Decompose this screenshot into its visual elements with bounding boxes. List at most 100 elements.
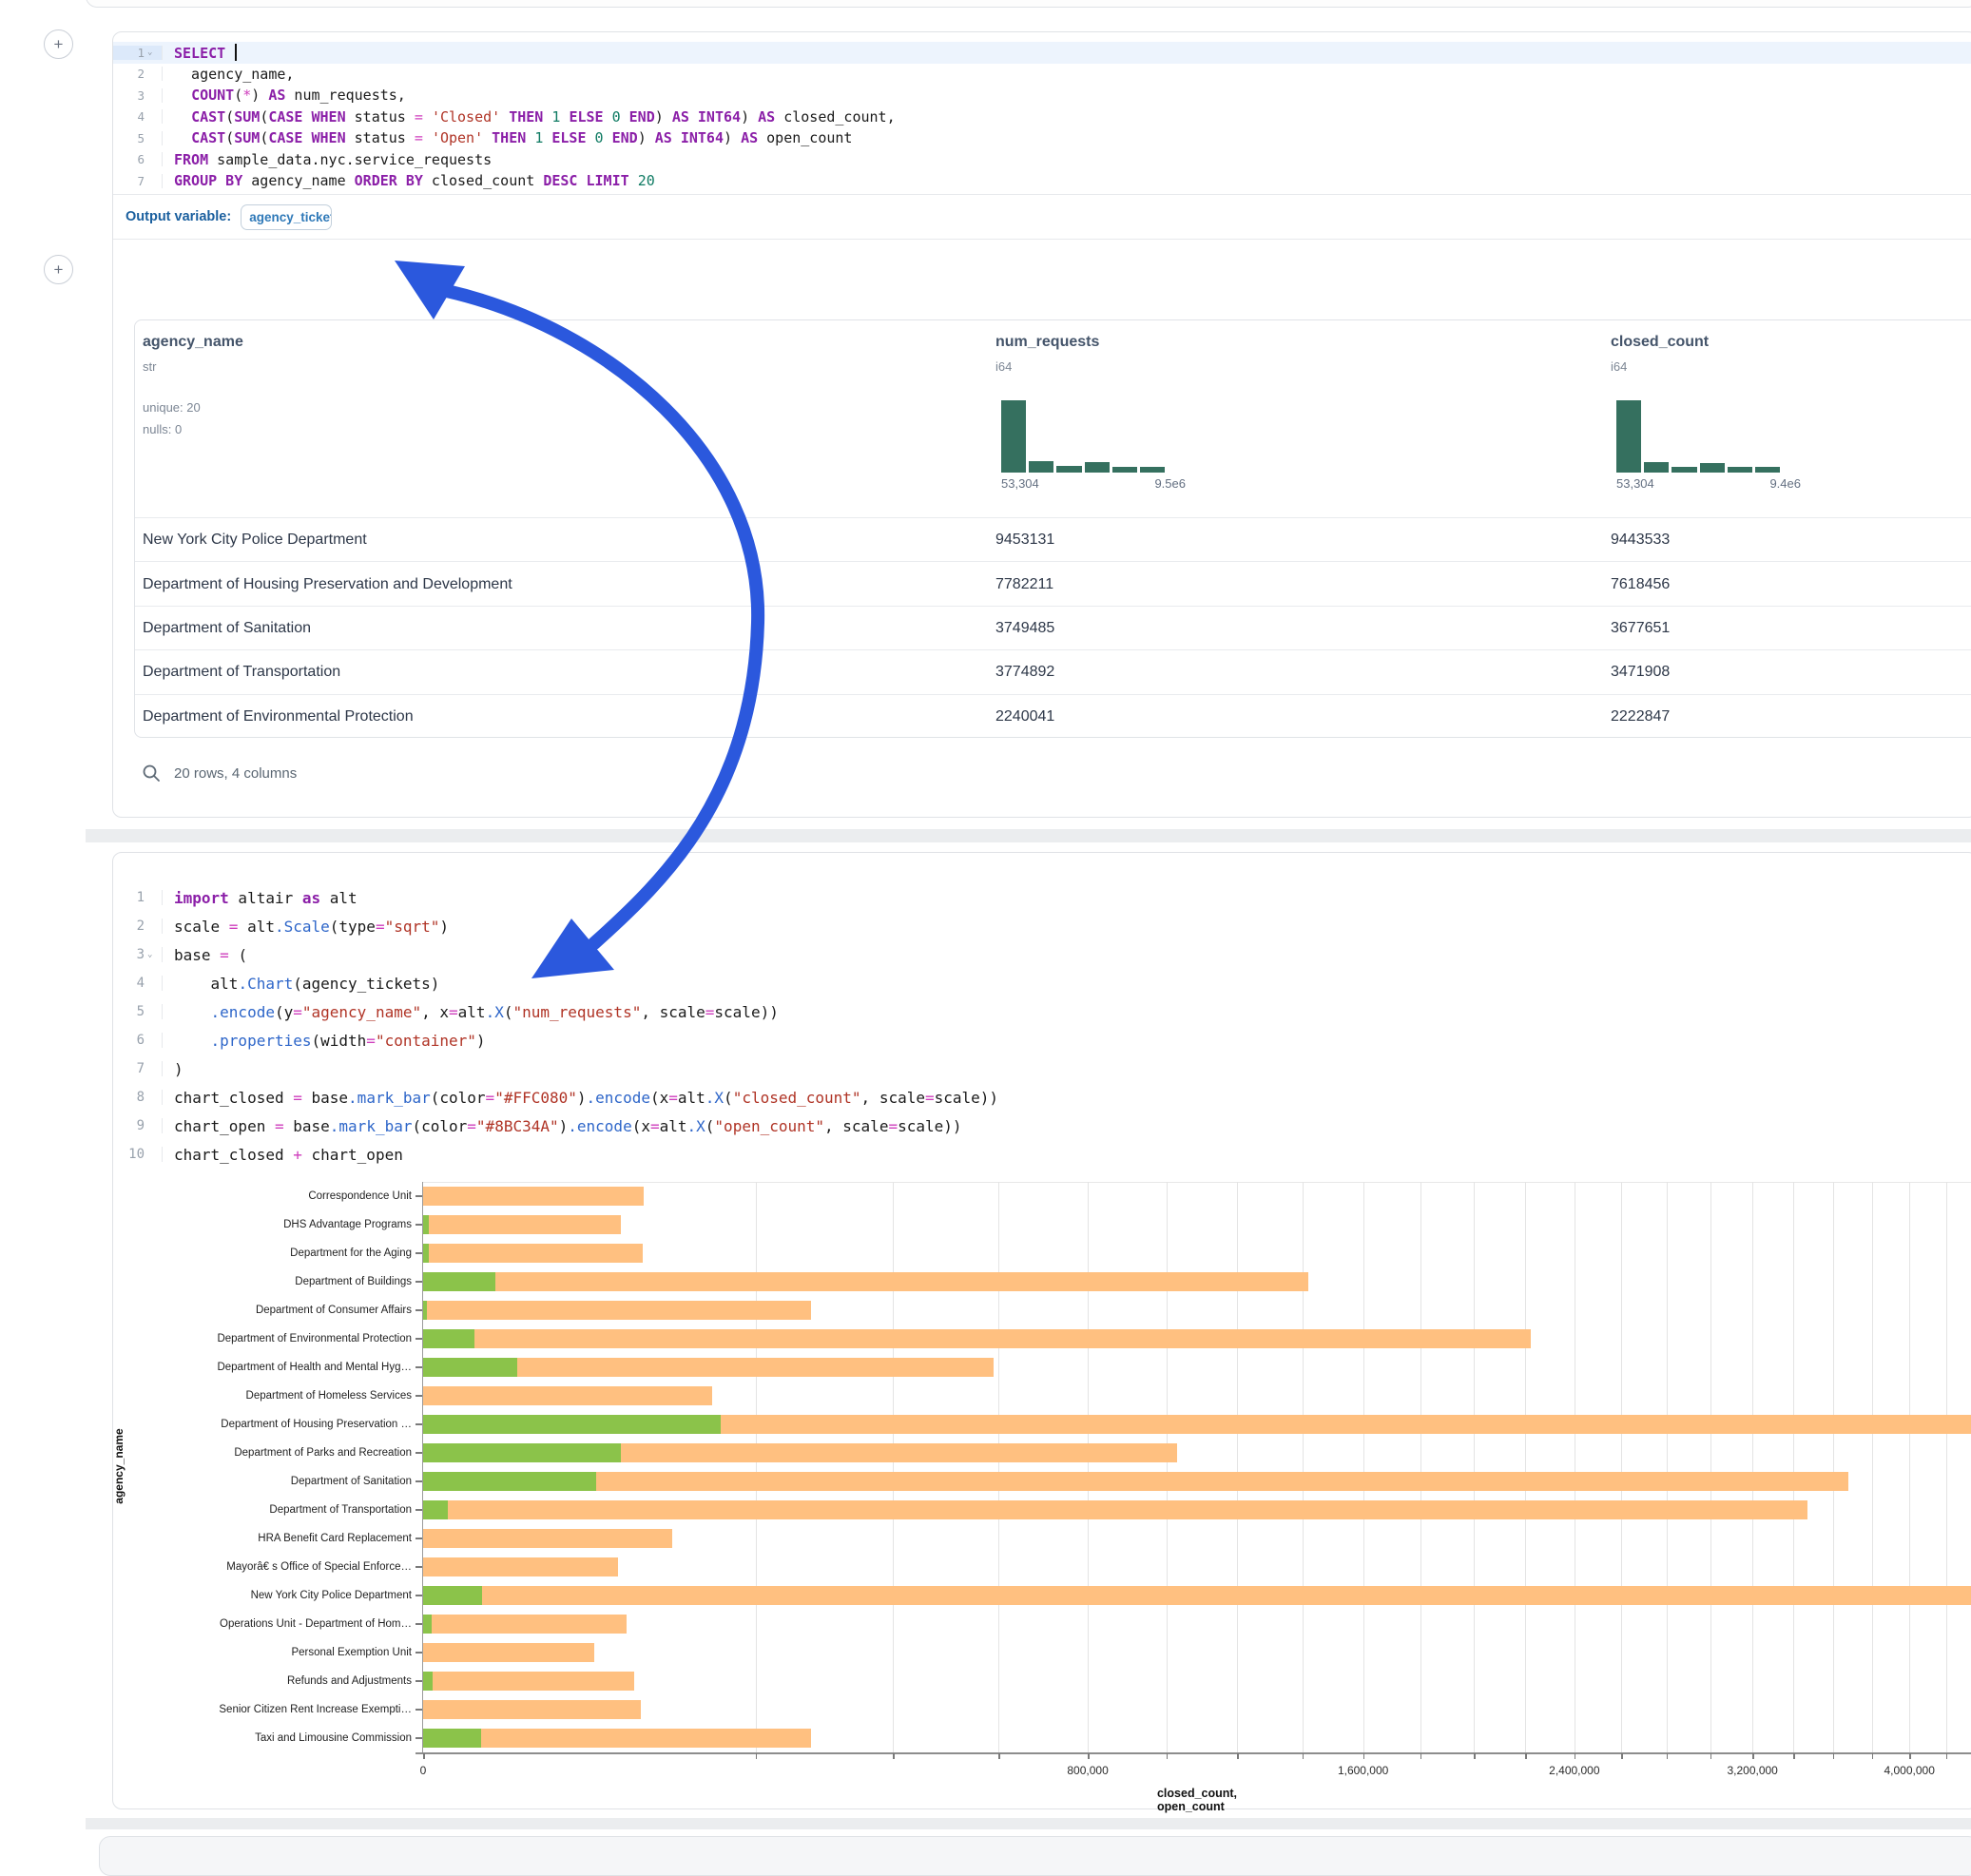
cell-value: 3774892 bbox=[995, 664, 1054, 681]
bar-closed-count[interactable] bbox=[423, 1244, 643, 1263]
code-line[interactable]: 1⌄SELECT bbox=[113, 42, 1971, 64]
column-header[interactable]: closed_count bbox=[1611, 334, 1709, 351]
gridline bbox=[1420, 1182, 1421, 1752]
bar-open-count[interactable] bbox=[423, 1729, 481, 1748]
gridline bbox=[1909, 1182, 1910, 1752]
bar-closed-count[interactable] bbox=[423, 1615, 627, 1634]
line-number: 9 bbox=[113, 1118, 163, 1133]
cell-agency-name: Department of Housing Preservation and D… bbox=[143, 576, 512, 593]
dataframe-preview-card: agency_namestrunique: 20nulls: 0num_requ… bbox=[134, 319, 1971, 738]
next-cell-edge bbox=[99, 1836, 1971, 1876]
table-row[interactable]: Department of Transportation377489234719… bbox=[135, 649, 1971, 694]
table-row[interactable]: Department of Housing Preservation and D… bbox=[135, 561, 1971, 606]
column-histogram[interactable] bbox=[1616, 400, 1780, 473]
code-line[interactable]: 5 CAST(SUM(CASE WHEN status = 'Open' THE… bbox=[113, 127, 1971, 149]
previous-cell-edge bbox=[86, 0, 1971, 8]
column-histogram[interactable] bbox=[1001, 400, 1165, 473]
column-type: str bbox=[143, 359, 156, 374]
code-line[interactable]: 4 CAST(SUM(CASE WHEN status = 'Closed' T… bbox=[113, 106, 1971, 128]
table-row[interactable]: Department of Sanitation37494853677651 bbox=[135, 606, 1971, 650]
column-header[interactable]: num_requests bbox=[995, 334, 1099, 351]
bar-open-count[interactable] bbox=[423, 1415, 721, 1434]
table-row[interactable]: New York City Police Department945313194… bbox=[135, 517, 1971, 562]
output-variable-pill[interactable]: agency_tickets bbox=[241, 204, 332, 230]
code-line[interactable]: 5 .encode(y="agency_name", x=alt.X("num_… bbox=[113, 997, 1971, 1026]
gridline bbox=[1167, 1182, 1168, 1752]
bar-open-count[interactable] bbox=[423, 1672, 433, 1691]
line-number: 3⌄ bbox=[113, 947, 163, 962]
bar-closed-count[interactable] bbox=[423, 1272, 1308, 1291]
bar-closed-count[interactable] bbox=[423, 1643, 594, 1662]
bar-closed-count[interactable] bbox=[423, 1500, 1807, 1519]
histogram-range-labels: 53,3049.4e6 bbox=[1616, 476, 1801, 491]
code-line[interactable]: 6 .properties(width="container") bbox=[113, 1026, 1971, 1054]
add-cell-button-middle[interactable]: + bbox=[44, 255, 73, 284]
bar-closed-count[interactable] bbox=[423, 1301, 811, 1320]
bar-closed-count[interactable] bbox=[423, 1586, 1971, 1605]
bar-closed-count[interactable] bbox=[423, 1329, 1531, 1348]
gridline bbox=[1303, 1182, 1304, 1752]
line-number: 8 bbox=[113, 1090, 163, 1105]
code-line[interactable]: 2 agency_name, bbox=[113, 64, 1971, 86]
y-axis-label: Department of Consumer Affairs bbox=[0, 1296, 412, 1325]
bar-closed-count[interactable] bbox=[423, 1472, 1848, 1491]
table-row[interactable]: Department of Environmental Protection22… bbox=[135, 694, 1971, 739]
search-icon[interactable] bbox=[142, 764, 161, 783]
y-axis-label: Refunds and Adjustments bbox=[0, 1667, 412, 1695]
code-line[interactable]: 6FROM sample_data.nyc.service_requests bbox=[113, 149, 1971, 171]
bar-open-count[interactable] bbox=[423, 1358, 517, 1377]
bar-open-count[interactable] bbox=[423, 1301, 427, 1320]
bar-closed-count[interactable] bbox=[423, 1672, 634, 1691]
sql-code-editor[interactable]: 1⌄SELECT 2 agency_name,3 COUNT(*) AS num… bbox=[113, 42, 1971, 192]
bar-closed-count[interactable] bbox=[423, 1386, 712, 1405]
gridline bbox=[998, 1182, 999, 1752]
bar-open-count[interactable] bbox=[423, 1586, 482, 1605]
bar-open-count[interactable] bbox=[423, 1272, 495, 1291]
bar-closed-count[interactable] bbox=[423, 1557, 618, 1576]
gridline bbox=[893, 1182, 894, 1752]
code-line[interactable]: 3⌄base = ( bbox=[113, 940, 1971, 969]
cell-value: 2222847 bbox=[1611, 708, 1670, 725]
x-axis-label: 800,000 bbox=[1067, 1764, 1108, 1777]
line-number: 6 bbox=[113, 1033, 163, 1048]
bar-open-count[interactable] bbox=[423, 1329, 474, 1348]
line-number: 2 bbox=[113, 919, 163, 934]
y-axis-label: Department of Parks and Recreation bbox=[0, 1439, 412, 1467]
output-variable-row: Output variable: agency_tickets bbox=[113, 194, 1971, 240]
line-number: 6 bbox=[113, 152, 163, 166]
add-cell-button-top[interactable]: + bbox=[44, 29, 73, 59]
chart-x-axis-title: closed_count, open_count bbox=[1157, 1787, 1237, 1813]
bar-closed-count[interactable] bbox=[423, 1700, 641, 1719]
fold-chevron-icon[interactable]: ⌄ bbox=[147, 950, 156, 959]
column-header[interactable]: agency_name bbox=[143, 334, 243, 351]
bar-open-count[interactable] bbox=[423, 1472, 596, 1491]
gridline bbox=[1946, 1182, 1947, 1752]
output-variable-label: Output variable: bbox=[126, 209, 231, 224]
bar-open-count[interactable] bbox=[423, 1215, 429, 1234]
python-code-editor[interactable]: 1import altair as alt2scale = alt.Scale(… bbox=[113, 883, 1971, 1169]
fold-chevron-icon[interactable]: ⌄ bbox=[147, 48, 156, 57]
sql-cell-card: 1⌄SELECT 2 agency_name,3 COUNT(*) AS num… bbox=[112, 31, 1971, 818]
code-line[interactable]: 7GROUP BY agency_name ORDER BY closed_co… bbox=[113, 170, 1971, 192]
bar-open-count[interactable] bbox=[423, 1615, 432, 1634]
bar-open-count[interactable] bbox=[423, 1500, 448, 1519]
bar-closed-count[interactable] bbox=[423, 1215, 621, 1234]
code-line[interactable]: 10chart_closed + chart_open bbox=[113, 1140, 1971, 1169]
code-line[interactable]: 3 COUNT(*) AS num_requests, bbox=[113, 85, 1971, 106]
bar-closed-count[interactable] bbox=[423, 1529, 672, 1548]
code-line[interactable]: 7) bbox=[113, 1054, 1971, 1083]
gridline bbox=[1793, 1182, 1794, 1752]
code-line[interactable]: 4 alt.Chart(agency_tickets) bbox=[113, 969, 1971, 997]
gridline bbox=[1525, 1182, 1526, 1752]
y-axis-label: Department for the Aging bbox=[0, 1239, 412, 1267]
code-line[interactable]: 9chart_open = base.mark_bar(color="#8BC3… bbox=[113, 1112, 1971, 1140]
bar-open-count[interactable] bbox=[423, 1443, 621, 1462]
bar-closed-count[interactable] bbox=[423, 1729, 811, 1748]
bar-closed-count[interactable] bbox=[423, 1187, 644, 1206]
code-line[interactable]: 2scale = alt.Scale(type="sqrt") bbox=[113, 912, 1971, 940]
y-axis-label: Department of Health and Mental Hyg… bbox=[0, 1353, 412, 1382]
code-line[interactable]: 1import altair as alt bbox=[113, 883, 1971, 912]
line-number: 3 bbox=[113, 88, 163, 103]
bar-open-count[interactable] bbox=[423, 1244, 429, 1263]
code-line[interactable]: 8chart_closed = base.mark_bar(color="#FF… bbox=[113, 1083, 1971, 1112]
